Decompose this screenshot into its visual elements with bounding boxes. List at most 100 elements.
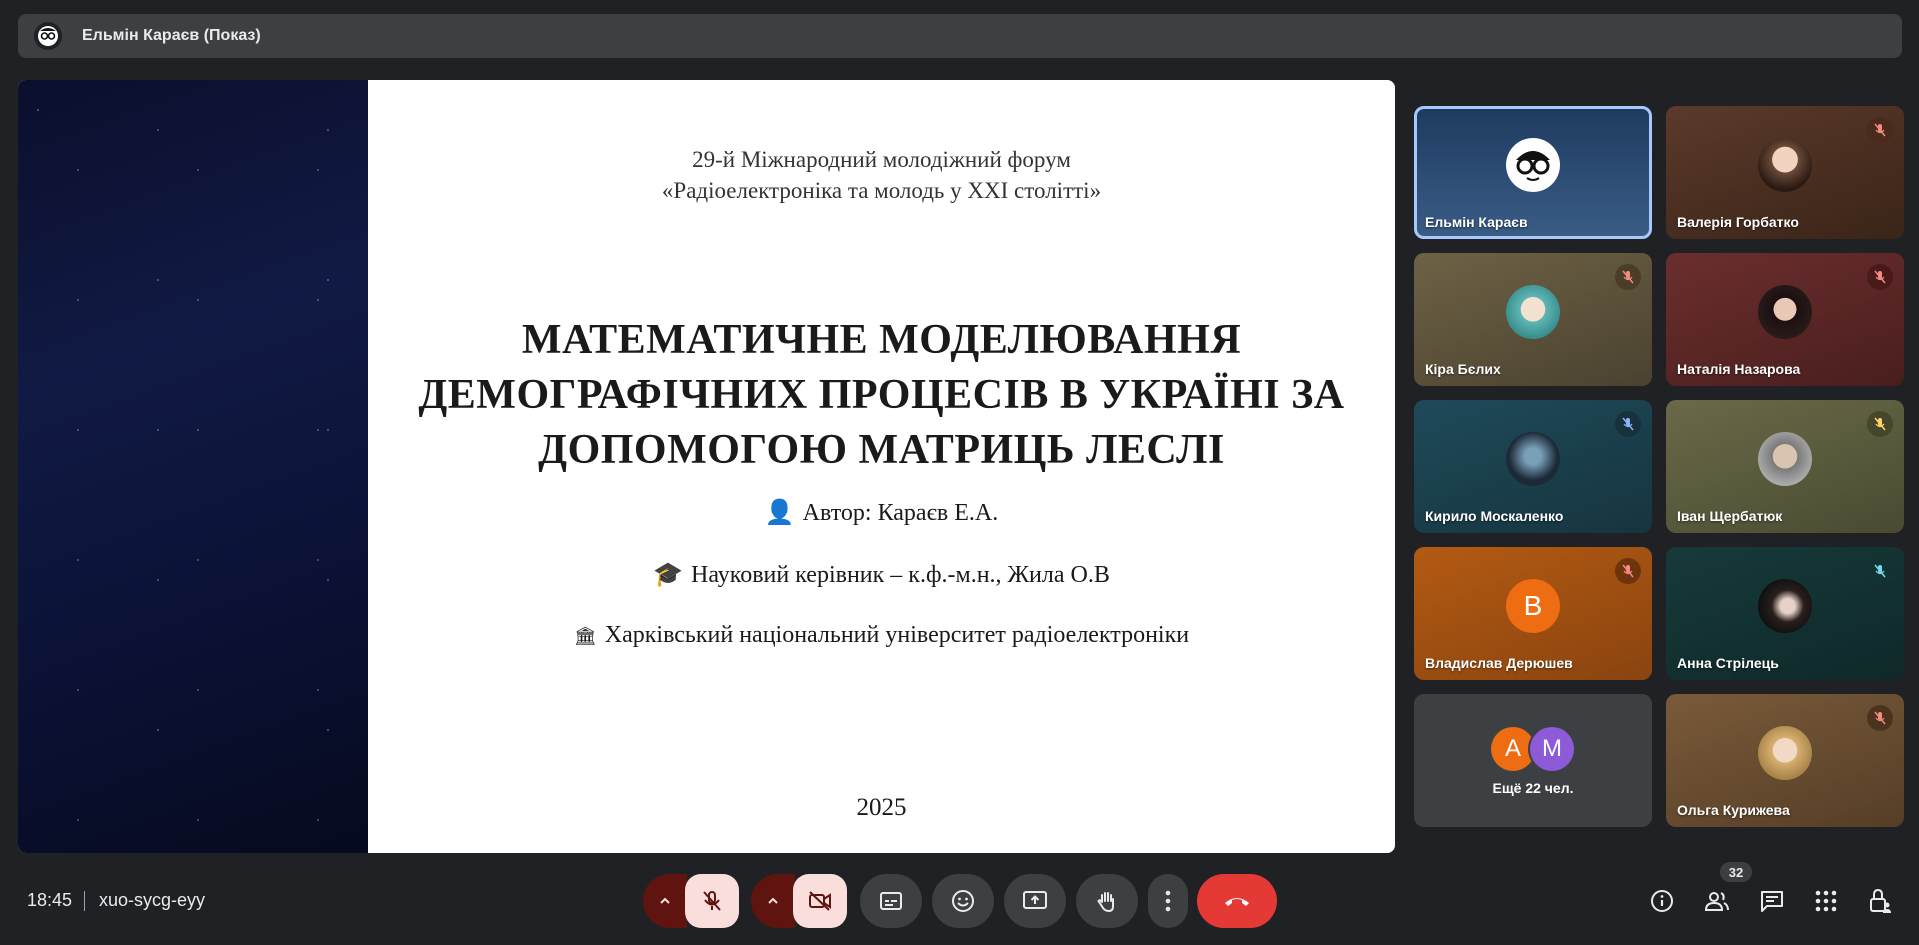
participant-count-badge: 32 [1720, 862, 1752, 882]
video-options-button[interactable] [751, 874, 795, 928]
more-options-button[interactable] [1148, 874, 1188, 928]
people-button[interactable] [1701, 885, 1733, 917]
muted-mic-icon [1867, 411, 1893, 437]
microphone-toggle-button[interactable] [685, 874, 739, 928]
presentation-stage[interactable]: 29-й Міжнародний молодіжний форум «Радіо… [18, 80, 1395, 853]
slide-forum-title: 29-й Міжнародний молодіжний форум «Радіо… [368, 144, 1395, 206]
muted-mic-icon [1867, 264, 1893, 290]
slide-year: 2025 [856, 794, 907, 821]
participant-name: Кіра Бєлих [1425, 361, 1501, 377]
chevron-up-icon [768, 897, 778, 904]
participant-name: Анна Стрілець [1677, 655, 1779, 671]
forum-line-2: «Радіоелектроніка та молодь у XXI століт… [661, 178, 1102, 203]
end-call-icon [1225, 898, 1249, 906]
participant-name: Владислав Дерюшев [1425, 655, 1573, 671]
chevron-up-icon [660, 897, 670, 904]
participant-name: Ольга Курижева [1677, 802, 1790, 818]
apps-grid-icon [1815, 890, 1837, 912]
heading-line-1: МАТЕМАТИЧНЕ МОДЕЛЮВАННЯ [521, 317, 1242, 363]
camera-off-icon [809, 891, 831, 911]
info-icon [1651, 890, 1673, 912]
muted-mic-icon [1867, 705, 1893, 731]
chat-button[interactable] [1756, 885, 1788, 917]
participant-tile[interactable]: Ольга Курижева [1666, 694, 1904, 827]
slide-supervisor: 🎓 Науковий керівник – к.ф.-м.н., Жила О.В [368, 560, 1395, 589]
mic-off-icon [703, 891, 721, 911]
muted-mic-icon [1867, 558, 1893, 584]
meeting-info-button[interactable] [1646, 885, 1678, 917]
slide-university: 🏛 Харківський національний університет ра… [368, 622, 1395, 649]
present-screen-button[interactable] [1004, 874, 1066, 928]
author-text: Автор: Караєв Е.А. [802, 500, 999, 526]
heading-line-2: ДЕМОГРАФІЧНИХ ПРОЦЕСІВ В УКРАЇНІ ЗА [418, 372, 1345, 418]
presenter-title: Ельмін Караєв (Показ) [82, 27, 261, 44]
present-screen-icon [1023, 891, 1047, 909]
participant-initial-avatar: B [1506, 578, 1560, 633]
microphone-control [643, 874, 739, 928]
participant-tile[interactable]: Ельмін Караєв [1414, 106, 1652, 239]
participant-tile[interactable]: Кіра Бєлих [1414, 253, 1652, 386]
bottom-control-bar: 18:45 xuo-sycg-eyy [0, 868, 1919, 934]
participant-avatar [1506, 137, 1560, 192]
participant-tile[interactable]: Анна Стрілець [1666, 547, 1904, 680]
participant-tile[interactable]: Кирило Москаленко [1414, 400, 1652, 533]
participant-name: Валерія Горбатко [1677, 214, 1799, 230]
participant-name: Ельмін Караєв [1425, 214, 1528, 230]
person-icon: 👤 [764, 498, 795, 526]
participant-avatar [1758, 137, 1812, 192]
supervisor-text: Науковий керівник – к.ф.-м.н., Жила О.В [691, 562, 1110, 588]
participant-name: Кирило Москаленко [1425, 508, 1564, 524]
muted-mic-icon [1615, 264, 1641, 290]
participant-avatar [1506, 431, 1560, 486]
more-participants-tile[interactable]: A M Ещё 22 чел. [1414, 694, 1652, 827]
slide-heading: МАТЕМАТИЧНЕ МОДЕЛЮВАННЯ ДЕМОГРАФІЧНИХ ПР… [368, 313, 1395, 478]
slide-starfield-image [18, 80, 368, 853]
emoji-smile-icon [952, 890, 974, 912]
participant-initial-avatar: M [1530, 727, 1574, 771]
reactions-button[interactable] [932, 874, 994, 928]
participant-avatar [1758, 284, 1812, 339]
raise-hand-button[interactable] [1076, 874, 1138, 928]
more-participants-label: Ещё 22 чел. [1492, 780, 1574, 796]
participant-avatar [1758, 578, 1812, 633]
camera-control [751, 874, 847, 928]
presenter-avatar [34, 22, 62, 50]
robot-glasses-icon [1516, 150, 1550, 181]
participant-avatar [1758, 431, 1812, 486]
participant-avatar [1758, 725, 1812, 780]
participant-avatar [1506, 284, 1560, 339]
university-building-icon: 🏛 [573, 626, 597, 647]
audio-options-button[interactable] [643, 874, 687, 928]
participant-name: Іван Щербатюк [1677, 508, 1783, 524]
muted-mic-icon [1615, 411, 1641, 437]
participant-tile[interactable]: Валерія Горбатко [1666, 106, 1904, 239]
university-text: Харківський національний університет рад… [604, 622, 1190, 648]
participant-tile[interactable]: Наталія Назарова [1666, 253, 1904, 386]
slide-author: 👤 Автор: Караєв Е.А. [368, 498, 1395, 527]
captions-button[interactable] [860, 874, 922, 928]
muted-mic-icon [1867, 117, 1893, 143]
leave-call-button[interactable] [1197, 874, 1277, 928]
activities-button[interactable] [1810, 885, 1842, 917]
participant-tile[interactable]: Іван Щербатюк [1666, 400, 1904, 533]
presenter-bar: Ельмін Караєв (Показ) [18, 14, 1902, 58]
divider [84, 891, 85, 911]
participant-name: Наталія Назарова [1677, 361, 1801, 377]
muted-mic-icon [1615, 558, 1641, 584]
host-controls-button[interactable] [1864, 885, 1896, 917]
heading-line-3: ДОПОМОГОЮ МАТРИЦЬ ЛЕСЛІ [538, 427, 1225, 473]
participant-initial-avatar: A [1491, 727, 1535, 771]
more-vert-icon [1165, 890, 1171, 912]
people-icon [1704, 892, 1729, 911]
graduation-cap-icon: 🎓 [653, 560, 684, 588]
participant-tile[interactable]: B Владислав Дерюшев [1414, 547, 1652, 680]
chat-icon [1761, 891, 1783, 912]
clock: 18:45 [27, 890, 73, 910]
forum-line-1: 29-й Міжнародний молодіжний форум [692, 147, 1071, 172]
lock-person-icon [1870, 888, 1891, 913]
camera-toggle-button[interactable] [793, 874, 847, 928]
slide: 29-й Міжнародний молодіжний форум «Радіо… [368, 80, 1395, 853]
raise-hand-icon [1097, 892, 1114, 913]
meeting-code: xuo-sycg-eyy [99, 890, 206, 910]
closed-captions-icon [880, 892, 902, 910]
